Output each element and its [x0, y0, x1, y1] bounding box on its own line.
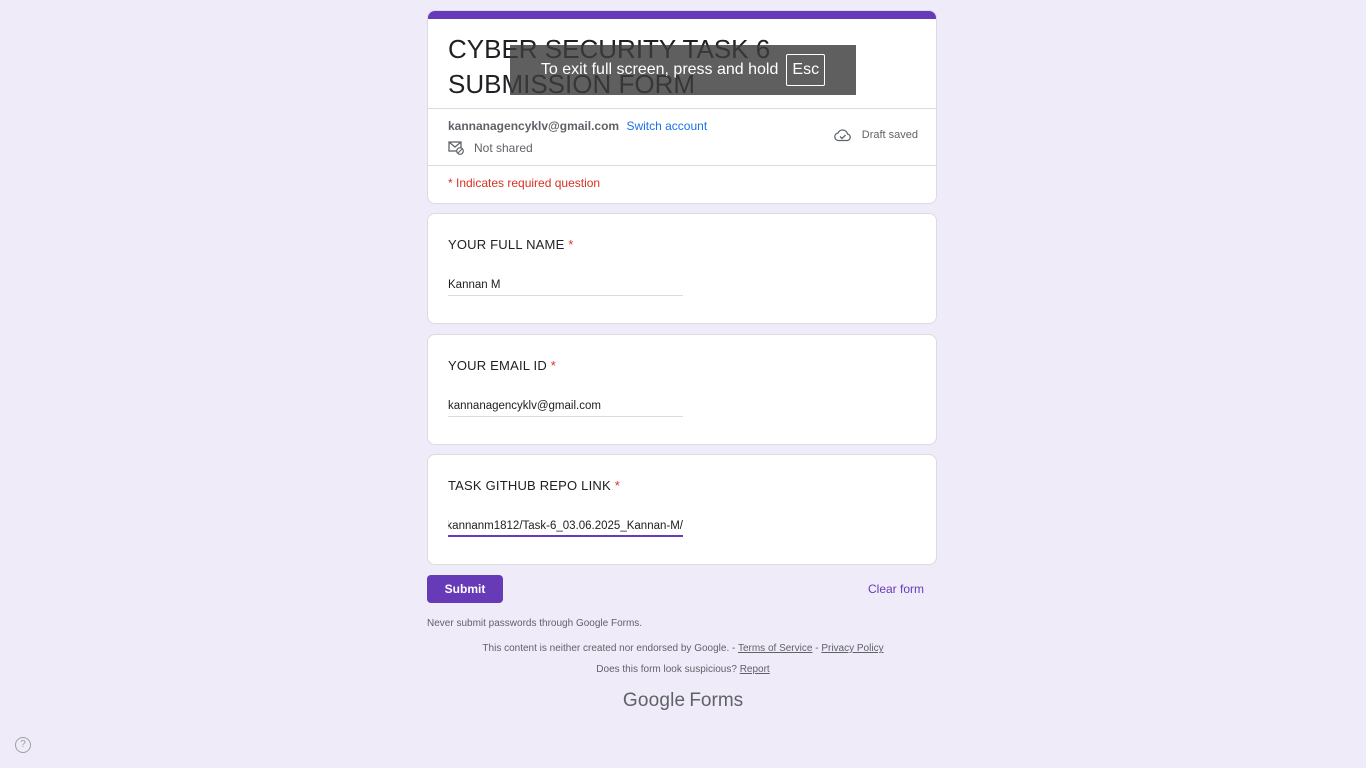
share-status: Not shared — [474, 141, 533, 155]
question-title: YOUR EMAIL ID * — [448, 358, 556, 373]
divider — [428, 108, 936, 109]
clear-form-button[interactable]: Clear form — [868, 582, 924, 596]
switch-account-link[interactable]: Switch account — [626, 119, 707, 133]
fullscreen-message: To exit full screen, press and hold — [540, 61, 779, 78]
full-name-input[interactable]: Kannan M — [448, 279, 683, 296]
share-status-row: Not shared — [448, 141, 533, 155]
question-label: YOUR FULL NAME — [448, 237, 565, 252]
cloud-check-icon — [833, 129, 851, 142]
fullscreen-exit-notice: To exit full screen, press and hold Esc — [510, 45, 856, 95]
header-accent-bar — [428, 11, 936, 19]
disclaimer-text: This content is neither created nor endo… — [482, 643, 736, 654]
privacy-link[interactable]: Privacy Policy — [821, 643, 883, 654]
footer-separator: - — [815, 643, 819, 654]
question-title: TASK GITHUB REPO LINK * — [448, 478, 620, 493]
question-label: YOUR EMAIL ID — [448, 358, 547, 373]
required-star: * — [550, 358, 556, 373]
repo-link-input[interactable]: /kannanm1812/Task-6_03.06.2025_Kannan-M — [448, 520, 683, 537]
suspicious-text: Does this form look suspicious? — [596, 664, 737, 675]
question-card-repo-link: TASK GITHUB REPO LINK * /kannanm1812/Tas… — [427, 454, 937, 565]
required-star: * — [568, 237, 574, 252]
submit-button[interactable]: Submit — [427, 575, 503, 603]
email-input[interactable]: kannanagencyklv@gmail.com — [448, 400, 683, 417]
draft-status: Draft saved — [861, 129, 918, 141]
question-card-full-name: YOUR FULL NAME * Kannan M — [427, 213, 937, 324]
report-link[interactable]: Report — [740, 664, 770, 675]
google-forms-logo[interactable]: Google Forms — [0, 690, 1366, 712]
footer-report: Does this form look suspicious? Report — [0, 664, 1366, 675]
not-shared-mail-icon — [448, 141, 464, 155]
password-warning: Never submit passwords through Google Fo… — [427, 618, 643, 629]
question-title: YOUR FULL NAME * — [448, 237, 574, 252]
brand-forms: Forms — [689, 690, 744, 711]
footer-disclaimer: This content is neither created nor endo… — [0, 643, 1366, 654]
question-card-email: YOUR EMAIL ID * kannanagencyklv@gmail.co… — [427, 334, 937, 445]
required-star: * — [614, 478, 620, 493]
draft-status-indicator: Draft saved — [833, 128, 918, 142]
brand-google: Google — [622, 690, 686, 711]
form-header-card: CYBER SECURITY TASK 6 SUBMISSION FORM ka… — [427, 10, 937, 204]
esc-key-badge: Esc — [786, 54, 826, 86]
terms-link[interactable]: Terms of Service — [738, 643, 812, 654]
help-icon[interactable]: ? — [15, 737, 31, 753]
divider — [428, 165, 936, 166]
account-email: kannanagencyklv@gmail.com — [448, 119, 620, 133]
question-label: TASK GITHUB REPO LINK — [448, 478, 611, 493]
required-note: * Indicates required question — [448, 176, 601, 190]
account-row: kannanagencyklv@gmail.com Switch account — [448, 119, 707, 133]
